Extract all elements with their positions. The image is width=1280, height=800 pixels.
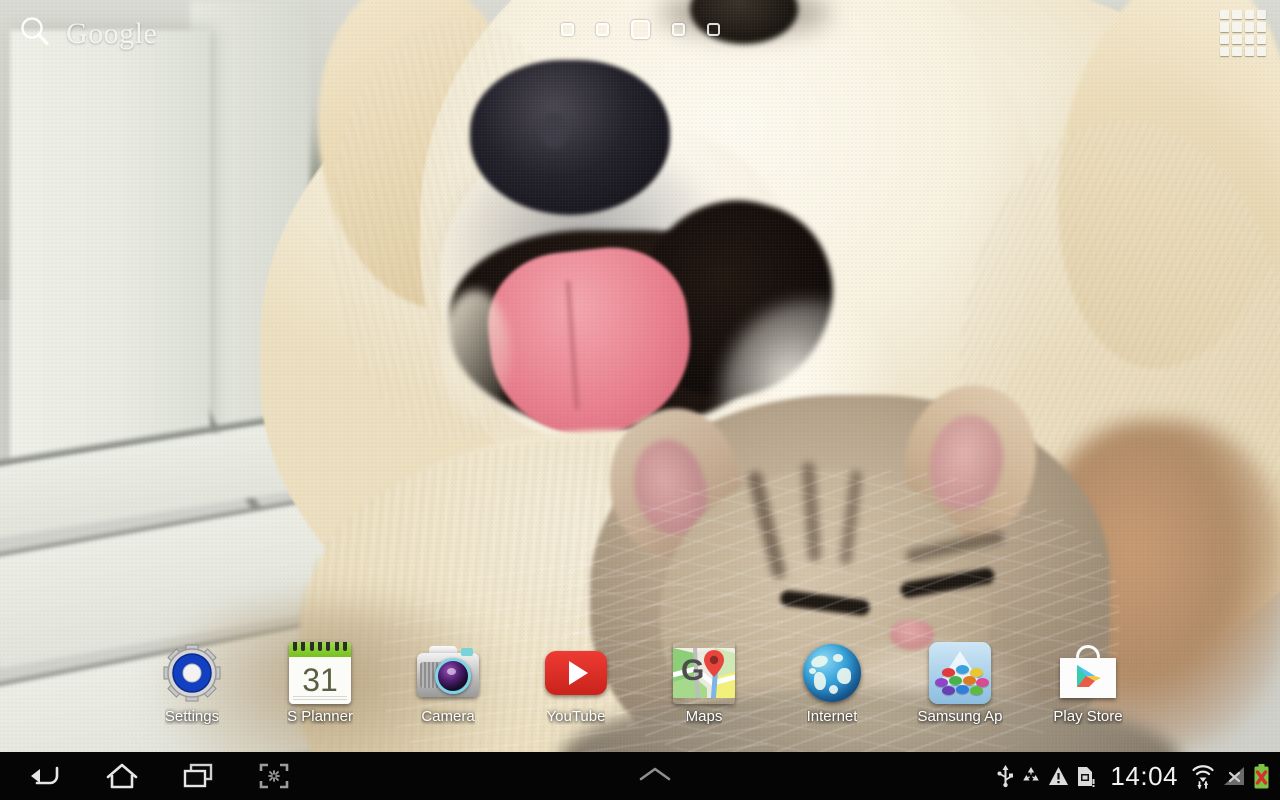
screen-capture-icon[interactable] [236,752,312,800]
no-signal-icon [1222,765,1246,787]
page-indicator [0,18,1280,40]
app-shortcut-maps[interactable]: G Maps [640,642,768,725]
app-shortcut-settings[interactable]: Settings [128,642,256,725]
app-label: Settings [164,708,220,725]
app-label: Play Store [1053,708,1123,725]
app-label: Camera [421,708,475,725]
page-dot-5[interactable] [706,22,720,36]
warning-triangle-icon [1048,766,1069,786]
app-shortcut-s-planner[interactable]: 31 S Planner [256,642,384,725]
app-label: Maps [685,708,723,725]
drawer-handle[interactable] [312,765,997,788]
back-icon[interactable] [8,752,84,800]
app-label: Samsung Ap [917,708,1003,725]
usb-icon [997,764,1014,788]
navigation-bar: 14:04 [0,752,1280,800]
calendar-icon: 31 [289,642,351,704]
app-label: YouTube [546,708,606,725]
page-dot-3-active[interactable] [630,19,650,39]
recent-apps-icon[interactable] [160,752,236,800]
home-app-row: Settings 31 S Planner Camera YouTube G M… [0,642,1280,752]
usb-debugging-icon [1021,766,1041,786]
battery-error-icon [1253,763,1270,789]
app-label: Internet [806,708,858,725]
app-shortcut-samsung-apps[interactable]: Samsung Ap [896,642,1024,725]
android-home-screen: Google Settings 31 S Planner Camera YouT… [0,0,1280,800]
settings-gear-icon [161,642,223,704]
maps-icon: G [673,642,735,704]
status-tray[interactable]: 14:04 [997,752,1280,800]
svg-text:G: G [681,654,704,687]
page-dot-2[interactable] [595,22,609,36]
sd-card-warning-icon [1076,766,1095,787]
home-icon[interactable] [84,752,160,800]
samsung-apps-icon [929,642,991,704]
app-shortcut-youtube[interactable]: YouTube [512,642,640,725]
youtube-icon [545,642,607,704]
app-shortcut-play-store[interactable]: Play Store [1024,642,1152,725]
page-dot-1[interactable] [560,22,574,36]
play-store-icon [1057,642,1119,704]
app-shortcut-internet[interactable]: Internet [768,642,896,725]
apps-grid-icon[interactable] [1220,10,1266,56]
camera-icon [417,642,479,704]
globe-icon [801,642,863,704]
app-shortcut-camera[interactable]: Camera [384,642,512,725]
chevron-up-icon [638,765,672,788]
app-label: S Planner [287,708,353,725]
status-clock[interactable]: 14:04 [1102,761,1184,792]
page-dot-4[interactable] [671,22,685,36]
wifi-signal-icon [1191,763,1215,789]
